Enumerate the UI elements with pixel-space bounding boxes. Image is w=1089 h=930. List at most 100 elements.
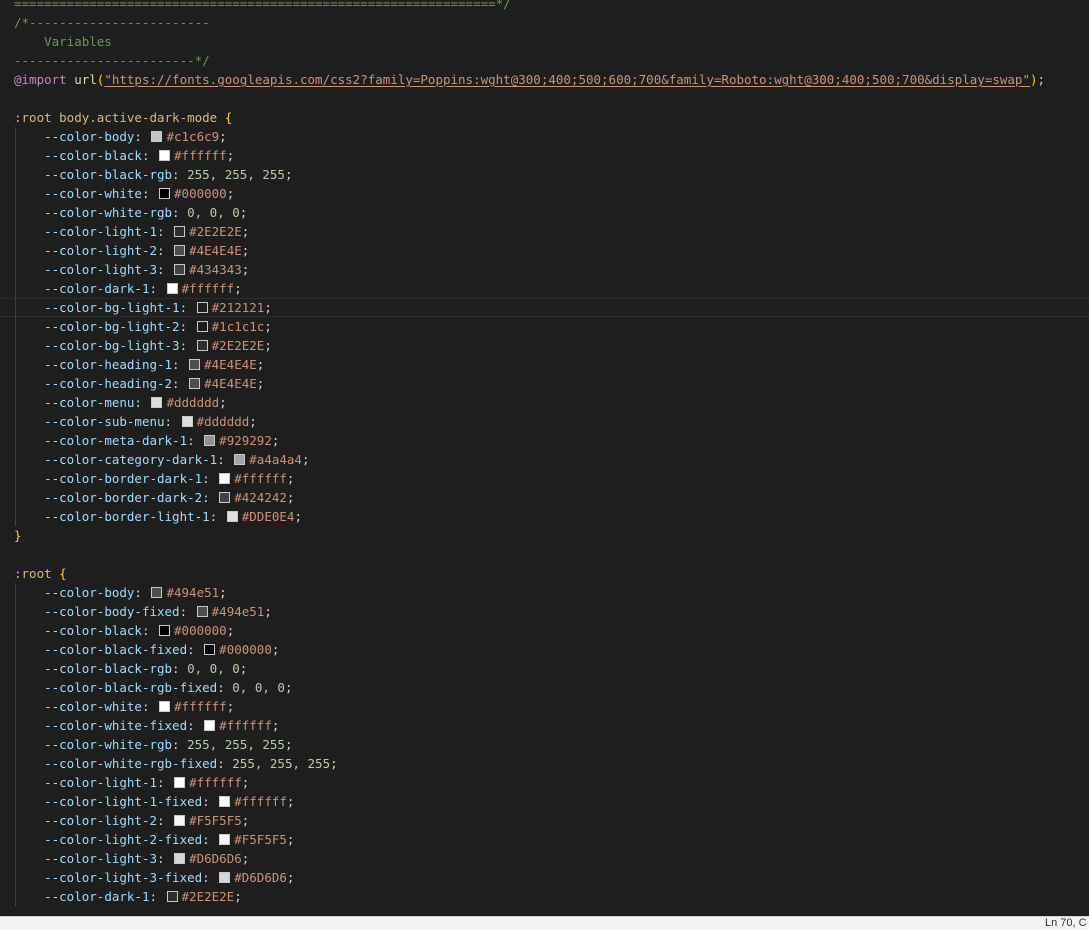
color-swatch-icon[interactable] bbox=[181, 416, 193, 427]
css-selector: :root bbox=[14, 566, 52, 581]
color-swatch-icon[interactable] bbox=[159, 701, 171, 712]
code-editor[interactable]: ========================================… bbox=[0, 0, 1089, 916]
code-line[interactable]: --color-menu: #dddddd; bbox=[0, 393, 1089, 412]
color-swatch-icon[interactable] bbox=[204, 644, 216, 655]
color-swatch-icon[interactable] bbox=[204, 435, 216, 446]
color-swatch-icon[interactable] bbox=[174, 245, 186, 256]
code-line[interactable]: --color-light-2: #4E4E4E; bbox=[0, 241, 1089, 260]
color-swatch-icon[interactable] bbox=[174, 853, 186, 864]
code-line[interactable]: --color-light-3: #D6D6D6; bbox=[0, 849, 1089, 868]
import-keyword: @import bbox=[14, 72, 67, 87]
color-swatch-icon[interactable] bbox=[159, 150, 171, 161]
code-line[interactable]: /*------------------------ bbox=[0, 13, 1089, 32]
color-swatch-icon[interactable] bbox=[174, 815, 186, 826]
code-line[interactable]: --color-black: #ffffff; bbox=[0, 146, 1089, 165]
code-line[interactable]: --color-light-3: #434343; bbox=[0, 260, 1089, 279]
code-line[interactable]: --color-light-2: #F5F5F5; bbox=[0, 811, 1089, 830]
color-swatch-icon[interactable] bbox=[151, 587, 163, 598]
color-swatch-icon[interactable] bbox=[174, 264, 186, 275]
cursor-position[interactable]: Ln 70, C bbox=[1045, 917, 1087, 930]
css-property: --color-black-rgb-fixed bbox=[44, 680, 218, 695]
color-swatch-icon[interactable] bbox=[219, 796, 231, 807]
color-swatch-icon[interactable] bbox=[196, 606, 208, 617]
color-swatch-icon[interactable] bbox=[204, 720, 216, 731]
code-line[interactable]: --color-light-2-fixed: #F5F5F5; bbox=[0, 830, 1089, 849]
color-swatch-icon[interactable] bbox=[159, 188, 171, 199]
css-value: 0, 0, 0 bbox=[187, 205, 240, 220]
code-line[interactable]: --color-bg-light-3: #2E2E2E; bbox=[0, 336, 1089, 355]
code-line[interactable] bbox=[0, 545, 1089, 564]
color-swatch-icon[interactable] bbox=[159, 625, 171, 636]
css-property: --color-border-dark-1 bbox=[44, 471, 203, 486]
color-swatch-icon[interactable] bbox=[189, 378, 201, 389]
code-line[interactable]: --color-border-light-1: #DDE0E4; bbox=[0, 507, 1089, 526]
code-line[interactable]: --color-white-rgb-fixed: 255, 255, 255; bbox=[0, 754, 1089, 773]
color-swatch-icon[interactable] bbox=[219, 872, 231, 883]
color-swatch-icon[interactable] bbox=[166, 891, 178, 902]
code-line[interactable] bbox=[0, 89, 1089, 108]
code-line[interactable]: --color-sub-menu: #dddddd; bbox=[0, 412, 1089, 431]
color-swatch-icon[interactable] bbox=[151, 131, 163, 142]
color-swatch-icon[interactable] bbox=[219, 473, 231, 484]
code-line[interactable]: --color-category-dark-1: #a4a4a4; bbox=[0, 450, 1089, 469]
code-line[interactable]: --color-meta-dark-1: #929292; bbox=[0, 431, 1089, 450]
css-property: --color-white bbox=[44, 699, 142, 714]
color-swatch-icon[interactable] bbox=[196, 302, 208, 313]
css-property: --color-dark-1 bbox=[44, 281, 150, 296]
code-line[interactable]: --color-heading-1: #4E4E4E; bbox=[0, 355, 1089, 374]
code-line-current[interactable]: --color-bg-light-1: #212121; bbox=[0, 298, 1089, 318]
code-line[interactable]: --color-dark-1: #ffffff; bbox=[0, 279, 1089, 298]
code-line[interactable]: } bbox=[0, 526, 1089, 545]
color-swatch-icon[interactable] bbox=[174, 777, 186, 788]
code-line[interactable]: ========================================… bbox=[0, 0, 1089, 13]
color-swatch-icon[interactable] bbox=[189, 359, 201, 370]
code-line[interactable]: --color-light-1: #ffffff; bbox=[0, 773, 1089, 792]
code-line[interactable]: ------------------------*/ bbox=[0, 51, 1089, 70]
color-swatch-icon[interactable] bbox=[166, 283, 178, 294]
code-line[interactable]: --color-bg-light-2: #1c1c1c; bbox=[0, 317, 1089, 336]
css-property: --color-white bbox=[44, 186, 142, 201]
code-line[interactable]: --color-border-dark-1: #ffffff; bbox=[0, 469, 1089, 488]
color-swatch-icon[interactable] bbox=[174, 226, 186, 237]
code-line[interactable]: --color-white-rgb: 0, 0, 0; bbox=[0, 203, 1089, 222]
code-line[interactable]: --color-light-1-fixed: #ffffff; bbox=[0, 792, 1089, 811]
code-line[interactable]: :root { bbox=[0, 564, 1089, 583]
code-line[interactable]: --color-heading-2: #4E4E4E; bbox=[0, 374, 1089, 393]
code-line[interactable]: --color-black: #000000; bbox=[0, 621, 1089, 640]
color-swatch-icon[interactable] bbox=[151, 397, 163, 408]
css-property: --color-menu bbox=[44, 395, 135, 410]
color-swatch-icon[interactable] bbox=[219, 834, 231, 845]
css-property: --color-light-2-fixed bbox=[44, 832, 203, 847]
import-url-link[interactable]: "https://fonts.googleapis.com/css2?famil… bbox=[104, 72, 1030, 87]
code-line[interactable]: @import url("https://fonts.googleapis.co… bbox=[0, 70, 1089, 89]
css-value: #DDE0E4 bbox=[241, 509, 295, 524]
code-line[interactable]: --color-black-rgb-fixed: 0, 0, 0; bbox=[0, 678, 1089, 697]
color-swatch-icon[interactable] bbox=[196, 321, 208, 332]
code-line[interactable]: --color-body-fixed: #494e51; bbox=[0, 602, 1089, 621]
code-line[interactable]: --color-black-rgb: 0, 0, 0; bbox=[0, 659, 1089, 678]
code-line[interactable]: :root body.active-dark-mode { bbox=[0, 108, 1089, 127]
code-line[interactable]: --color-black-fixed: #000000; bbox=[0, 640, 1089, 659]
code-line[interactable]: --color-white: #000000; bbox=[0, 184, 1089, 203]
code-line[interactable]: --color-white: #ffffff; bbox=[0, 697, 1089, 716]
css-value: #000000 bbox=[219, 642, 272, 657]
color-swatch-icon[interactable] bbox=[226, 511, 238, 522]
status-bar: Ln 70, C bbox=[0, 916, 1089, 930]
comment-text: /*------------------------ bbox=[14, 15, 210, 30]
code-line[interactable]: --color-border-dark-2: #424242; bbox=[0, 488, 1089, 507]
css-property: --color-light-1 bbox=[44, 775, 157, 790]
code-line[interactable]: --color-dark-1: #2E2E2E; bbox=[0, 887, 1089, 906]
code-line[interactable]: --color-body: #c1c6c9; bbox=[0, 127, 1089, 146]
code-line[interactable]: --color-light-3-fixed: #D6D6D6; bbox=[0, 868, 1089, 887]
color-swatch-icon[interactable] bbox=[196, 340, 208, 351]
css-property: --color-black-rgb bbox=[44, 167, 173, 182]
code-line[interactable]: --color-light-1: #2E2E2E; bbox=[0, 222, 1089, 241]
code-line[interactable]: --color-body: #494e51; bbox=[0, 583, 1089, 602]
code-line[interactable]: --color-white-fixed: #ffffff; bbox=[0, 716, 1089, 735]
code-line[interactable]: --color-black-rgb: 255, 255, 255; bbox=[0, 165, 1089, 184]
code-line[interactable]: --color-white-rgb: 255, 255, 255; bbox=[0, 735, 1089, 754]
color-swatch-icon[interactable] bbox=[219, 492, 231, 503]
color-swatch-icon[interactable] bbox=[234, 454, 246, 465]
css-value: #2E2E2E bbox=[181, 889, 235, 904]
code-line[interactable]: Variables bbox=[0, 32, 1089, 51]
